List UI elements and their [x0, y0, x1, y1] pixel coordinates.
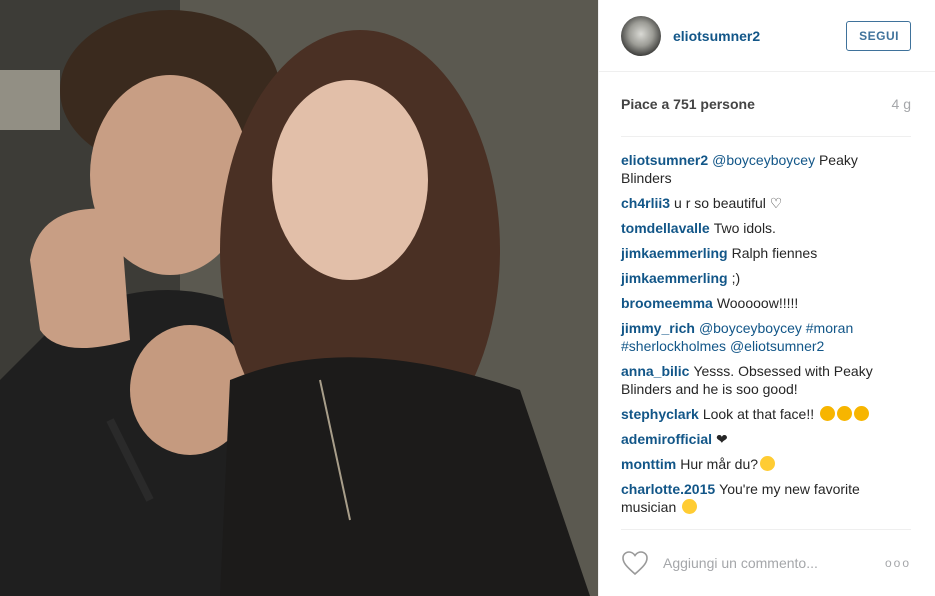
comment-author-link[interactable]: jimkaemmerling — [621, 270, 728, 286]
comment-mention-link[interactable]: @boyceyboycey — [712, 152, 815, 168]
heart-eyes-emoji — [837, 406, 853, 421]
comment-item: charlotte.2015 You're my new favorite mus… — [621, 480, 911, 516]
comment-mention-link[interactable]: #moran — [806, 320, 853, 336]
username-link[interactable]: eliotsumner2 — [673, 28, 846, 44]
likes-count[interactable]: Piace a 751 persone — [621, 96, 755, 112]
comment-text: Ralph fiennes — [731, 245, 818, 261]
comment-author-link[interactable]: jimmy_rich — [621, 320, 695, 336]
add-comment-input[interactable] — [661, 554, 885, 572]
comment-text: Two idols. — [713, 220, 776, 236]
heart-eyes-emoji — [820, 406, 836, 421]
instagram-post: eliotsumner2 SEGUI Piace a 751 persone 4… — [0, 0, 935, 596]
comment-item: broomeemma Wooooow!!!!! — [621, 294, 911, 312]
comment-author-link[interactable]: ch4rlii3 — [621, 195, 670, 211]
comment-item: ademirofficial ❤ — [621, 430, 911, 448]
comment-item: jimkaemmerling Ralph fiennes — [621, 244, 911, 262]
photo-illustration — [0, 0, 598, 596]
comment-item: tomdellavalle Two idols. — [621, 219, 911, 237]
comment-author-link[interactable]: tomdellavalle — [621, 220, 710, 236]
avatar[interactable] — [621, 15, 661, 56]
comment-item: stephyclark Look at that face!! — [621, 405, 911, 423]
comment-text: u r so beautiful ♡ — [674, 195, 783, 211]
comment-item: anna_bilic Yesss. Obsessed with Peaky Bli… — [621, 362, 911, 398]
comment-mention-link[interactable]: #sherlockholmes — [621, 338, 726, 354]
comment-mention-link[interactable]: @eliotsumner2 — [730, 338, 824, 354]
comment-text: ❤ — [716, 431, 728, 447]
kiss-emoji — [760, 456, 776, 471]
follow-button[interactable]: SEGUI — [846, 20, 911, 51]
post-footer: ooo — [621, 529, 911, 596]
comment-author-link[interactable]: ademirofficial — [621, 431, 712, 447]
kiss-emoji — [682, 499, 698, 514]
comment-item: eliotsumner2 @boyceyboycey Peaky Blinders — [621, 151, 911, 187]
comment-author-link[interactable]: stephyclark — [621, 406, 699, 422]
comment-author-link[interactable]: eliotsumner2 — [621, 152, 708, 168]
heart-eyes-emoji — [854, 406, 870, 421]
comment-item: jimmy_rich @boyceyboycey #moran #sherlock… — [621, 319, 911, 355]
comment-author-link[interactable]: broomeemma — [621, 295, 713, 311]
comment-text: Look at that face!! — [702, 406, 819, 422]
comment-item: monttim Hur mår du? — [621, 455, 911, 473]
comment-author-link[interactable]: anna_bilic — [621, 363, 689, 379]
comment-item: ch4rlii3 u r so beautiful ♡ — [621, 194, 911, 212]
comment-text: ;) — [731, 270, 741, 286]
post-header: eliotsumner2 SEGUI — [599, 0, 935, 72]
comment-author-link[interactable]: monttim — [621, 456, 676, 472]
comment-text: Hur mår du? — [680, 456, 759, 472]
more-options-icon[interactable]: ooo — [885, 556, 911, 570]
comment-author-link[interactable]: jimkaemmerling — [621, 245, 728, 261]
heart-outline-icon[interactable] — [621, 550, 649, 576]
post-photo[interactable] — [0, 0, 598, 596]
comment-author-link[interactable]: charlotte.2015 — [621, 481, 715, 497]
comment-mention-link[interactable]: @boyceyboycey — [699, 320, 802, 336]
post-sidebar: eliotsumner2 SEGUI Piace a 751 persone 4… — [598, 0, 935, 596]
post-timestamp[interactable]: 4 g — [892, 96, 911, 112]
comment-text: Wooooow!!!!! — [716, 295, 799, 311]
comment-list: eliotsumner2 @boyceyboycey Peaky Blinders… — [599, 137, 935, 516]
post-meta: Piace a 751 persone 4 g — [621, 72, 911, 137]
comment-item: jimkaemmerling;) — [621, 269, 911, 287]
